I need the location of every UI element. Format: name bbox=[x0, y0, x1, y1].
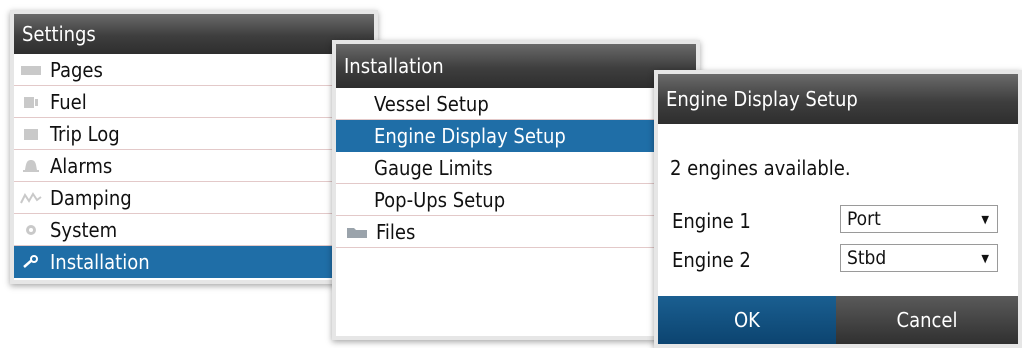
chevron-down-icon: ▼ bbox=[981, 252, 989, 265]
engine-2-value: Stbd bbox=[847, 247, 887, 269]
settings-item-trip-log[interactable]: Trip Log bbox=[14, 118, 374, 150]
settings-title: Settings bbox=[14, 14, 374, 54]
settings-item-system[interactable]: System bbox=[14, 214, 374, 246]
installation-item-label: Engine Display Setup bbox=[374, 123, 566, 148]
settings-item-pages[interactable]: Pages bbox=[14, 54, 374, 86]
settings-panel: Settings Pages Fuel Trip Log Alarms Damp… bbox=[10, 10, 378, 284]
installation-item-label: Gauge Limits bbox=[374, 155, 493, 180]
installation-item-vessel-setup[interactable]: Vessel Setup bbox=[336, 88, 696, 120]
engines-available-text: 2 engines available. bbox=[670, 156, 851, 180]
engine-setup-title: Engine Display Setup bbox=[658, 74, 1018, 124]
trip-log-icon bbox=[24, 128, 38, 140]
installation-item-gauge-limits[interactable]: Gauge Limits bbox=[336, 152, 696, 184]
fuel-icon bbox=[24, 96, 38, 108]
settings-item-damping[interactable]: Damping bbox=[14, 182, 374, 214]
settings-item-label: Damping bbox=[50, 185, 132, 210]
engine-2-dropdown[interactable]: Stbd ▼ bbox=[840, 244, 998, 272]
settings-item-label: System bbox=[50, 217, 118, 242]
installation-item-engine-display-setup[interactable]: Engine Display Setup bbox=[336, 120, 696, 152]
settings-item-label: Installation bbox=[50, 249, 150, 274]
engine-1-dropdown[interactable]: Port ▼ bbox=[840, 205, 998, 233]
settings-item-installation[interactable]: Installation bbox=[14, 246, 374, 278]
installation-title: Installation bbox=[336, 44, 696, 88]
folder-icon bbox=[347, 227, 367, 238]
settings-item-label: Pages bbox=[50, 57, 103, 82]
wrench-icon bbox=[23, 254, 38, 268]
damping-icon bbox=[20, 191, 42, 203]
engine-1-label: Engine 1 bbox=[672, 209, 751, 233]
settings-item-label: Trip Log bbox=[50, 121, 120, 146]
installation-item-label: Files bbox=[376, 219, 416, 244]
settings-item-label: Fuel bbox=[50, 89, 87, 114]
engine-1-value: Port bbox=[847, 208, 881, 230]
installation-item-label: Vessel Setup bbox=[374, 91, 489, 116]
pages-icon bbox=[21, 65, 41, 75]
settings-item-alarms[interactable]: Alarms bbox=[14, 150, 374, 182]
chevron-down-icon: ▼ bbox=[981, 213, 989, 226]
installation-item-files[interactable]: Files bbox=[336, 216, 696, 248]
settings-item-fuel[interactable]: Fuel bbox=[14, 86, 374, 118]
engine-display-setup-dialog: Engine Display Setup 2 engines available… bbox=[654, 70, 1022, 348]
installation-item-label: Pop-Ups Setup bbox=[374, 187, 506, 212]
installation-panel: Installation Vessel Setup Engine Display… bbox=[332, 40, 700, 340]
installation-item-pop-ups-setup[interactable]: Pop-Ups Setup bbox=[336, 184, 696, 216]
gear-icon bbox=[26, 224, 36, 235]
ok-button[interactable]: OK bbox=[658, 296, 836, 344]
alarm-bell-icon bbox=[23, 159, 39, 172]
cancel-button[interactable]: Cancel bbox=[836, 296, 1018, 344]
engine-2-label: Engine 2 bbox=[672, 248, 751, 272]
settings-item-label: Alarms bbox=[50, 153, 113, 178]
